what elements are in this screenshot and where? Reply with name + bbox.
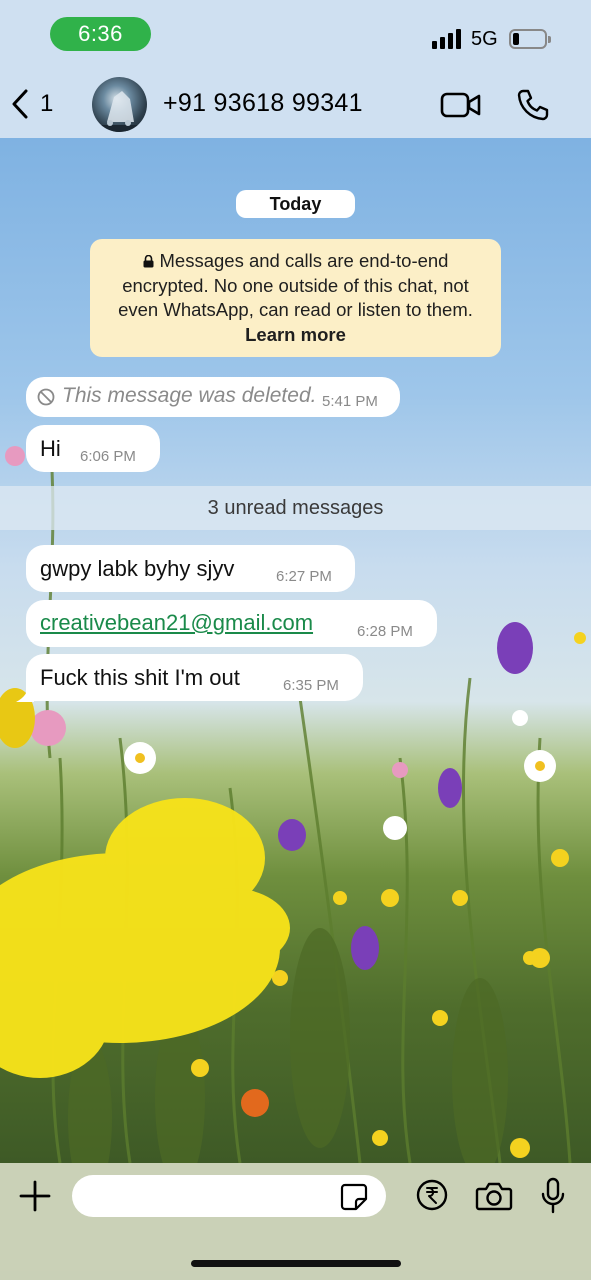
unread-chats-count: 1: [40, 90, 54, 117]
message-time: 5:41 PM: [322, 393, 378, 410]
message-input[interactable]: [72, 1175, 386, 1217]
message-time: 6:28 PM: [357, 623, 413, 640]
message-bubble[interactable]: gwpy labk byhy sjyv 6:27 PM: [26, 545, 355, 592]
email-link[interactable]: creativebean21@gmail.com: [40, 610, 313, 636]
learn-more-link[interactable]: Learn more: [102, 323, 489, 348]
message-time: 6:35 PM: [283, 677, 339, 694]
microphone-icon[interactable]: [540, 1177, 566, 1215]
phone-icon[interactable]: [515, 87, 551, 123]
message-bubble[interactable]: Hi 6:06 PM: [26, 425, 160, 472]
message-text: gwpy labk byhy sjyv: [40, 556, 235, 581]
date-chip: Today: [236, 190, 355, 218]
encryption-notice-text: Messages and calls are end-to-end encryp…: [118, 250, 473, 320]
message-bubble[interactable]: Fuck this shit I'm out 6:35 PM: [26, 654, 363, 701]
message-time: 6:06 PM: [80, 448, 136, 465]
plus-icon[interactable]: [18, 1179, 52, 1213]
battery-icon: [509, 29, 551, 49]
deleted-message-bubble[interactable]: This message was deleted. 5:41 PM: [26, 377, 400, 417]
avatar[interactable]: [92, 77, 147, 132]
lock-icon: [143, 250, 154, 268]
encryption-notice[interactable]: Messages and calls are end-to-end encryp…: [90, 239, 501, 357]
video-call-icon[interactable]: [440, 90, 482, 120]
message-text: Fuck this shit I'm out: [40, 665, 240, 690]
message-time: 6:27 PM: [276, 568, 332, 585]
contact-name[interactable]: +91 93618 99341: [163, 89, 363, 118]
message-text: This message was deleted.: [62, 384, 317, 407]
message-composer: [0, 1163, 591, 1280]
chevron-left-icon: [10, 88, 30, 120]
status-bar: 6:36 5G: [0, 0, 591, 70]
camera-icon[interactable]: [475, 1180, 513, 1212]
rupee-payment-icon[interactable]: [416, 1179, 448, 1211]
network-type: 5G: [471, 28, 498, 50]
cellular-signal-icon: [432, 29, 462, 49]
message-text: Hi: [40, 436, 61, 461]
status-time: 6:36: [50, 17, 151, 51]
blocked-icon: [37, 388, 55, 406]
home-indicator[interactable]: [191, 1260, 401, 1267]
back-button[interactable]: 1: [10, 86, 65, 122]
unread-messages-banner: 3 unread messages: [0, 486, 591, 530]
chat-header: 1 +91 93618 99341: [0, 70, 591, 138]
message-bubble[interactable]: creativebean21@gmail.com 6:28 PM: [26, 600, 437, 647]
sticker-icon[interactable]: [340, 1183, 368, 1211]
